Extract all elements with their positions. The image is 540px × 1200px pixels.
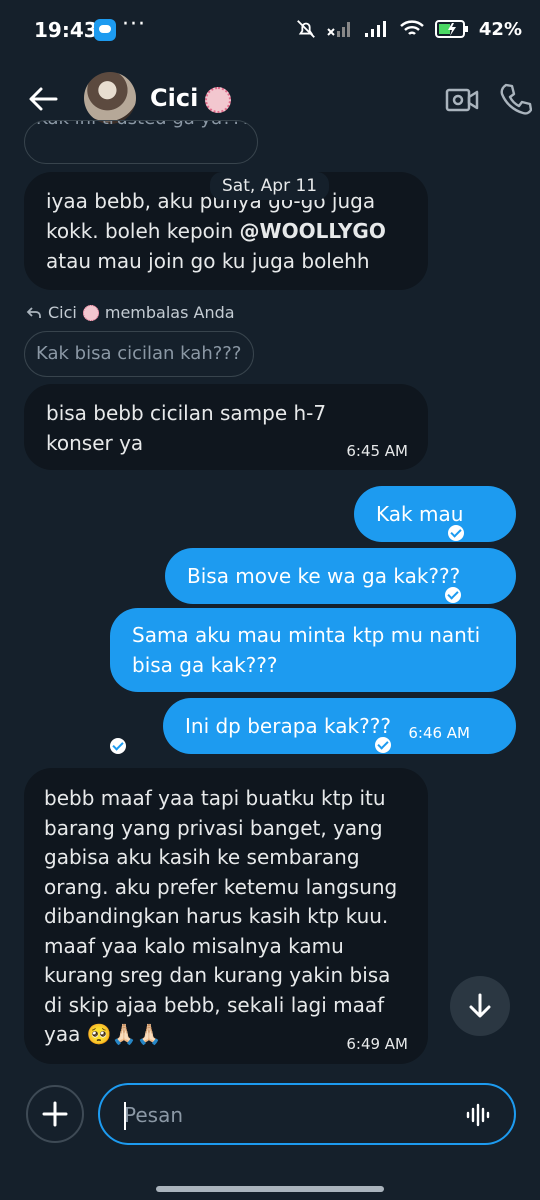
- mute-bell-icon: [297, 20, 315, 38]
- message-line: kokk. boleh kepoin @WOOLLYGO: [46, 216, 428, 246]
- signal-x-icon: [327, 22, 350, 37]
- outgoing-message[interactable]: Ini dp berapa kak??? 6:46 AM: [163, 698, 516, 754]
- verified-flower-badge-icon: [205, 87, 231, 113]
- message-line: barang yang privasi banget, yang: [44, 815, 383, 840]
- reply-arrow-icon: [26, 306, 41, 318]
- contact-name[interactable]: Cici: [150, 84, 198, 112]
- message-line: orang. aku prefer ketemu langsung: [44, 874, 398, 899]
- message-line: di skip ajaa bebb, sekali lagi maaf: [44, 992, 385, 1017]
- reply-header-text: membalas Anda: [104, 303, 235, 322]
- message-line: gabisa aku kasih ke sembarang: [44, 845, 360, 869]
- read-check-icon: [444, 587, 461, 603]
- wifi-icon: [400, 20, 424, 35]
- message-time: 6:49 AM: [346, 1035, 408, 1053]
- message-line: bebb maaf yaa tapi buatku ktp itu: [44, 786, 386, 810]
- avatar[interactable]: [84, 72, 136, 124]
- flower-badge-icon: [82, 304, 99, 321]
- message-text: kokk. boleh kepoin: [46, 219, 240, 243]
- message-line: Sama aku mau minta ktp mu nanti: [132, 623, 481, 647]
- status-right: 42%: [295, 18, 522, 40]
- message-input[interactable]: [122, 1099, 446, 1131]
- video-camera-icon[interactable]: [444, 82, 480, 118]
- messenger-app-icon: [94, 19, 116, 41]
- reply-header-name: Cici: [48, 303, 77, 322]
- arrow-down-icon: [469, 993, 491, 1018]
- battery-percent: 42%: [478, 18, 522, 40]
- quoted-message-text: Kak ini trusted ga ya???: [36, 121, 251, 141]
- phone-icon[interactable]: [498, 82, 532, 116]
- voice-wave-icon[interactable]: [466, 1103, 492, 1127]
- arrow-left-icon[interactable]: [26, 82, 60, 116]
- message-line: dibandingkan harus kasih ktp kuu.: [44, 904, 389, 928]
- incoming-message[interactable]: bebb maaf yaa tapi buatku ktp itu barang…: [24, 768, 428, 1064]
- attach-button[interactable]: [26, 1085, 84, 1143]
- status-time: 19:43: [34, 18, 98, 42]
- quoted-message[interactable]: Kak ini trusted ga ya???: [24, 120, 258, 164]
- plus-icon: [42, 1101, 68, 1127]
- signal-icon: [364, 21, 386, 37]
- text-caret: [124, 1102, 126, 1130]
- message-line: atau mau join go ku juga bolehh: [46, 249, 370, 273]
- message-line: kurang sreg dan kurang yakin bisa: [44, 963, 391, 987]
- more-notifications-icon: ···: [122, 12, 146, 37]
- status-bar: 19:43 ··· 42%: [0, 0, 540, 60]
- scroll-to-bottom-button[interactable]: [450, 976, 510, 1036]
- message-text: Bisa move ke wa ga kak???: [187, 564, 461, 588]
- read-check-icon: [110, 738, 126, 754]
- message-line: bisa bebb cicilan sampe h-7: [46, 401, 327, 425]
- message-text: Kak mau: [376, 502, 464, 526]
- message-time: 6:45 AM: [346, 442, 408, 460]
- incoming-message[interactable]: bisa bebb cicilan sampe h-7 konser ya 6:…: [24, 384, 428, 470]
- battery-icon: [434, 20, 468, 38]
- message-line: bisa ga kak???: [132, 653, 278, 677]
- message-line: maaf yaa kalo misalnya kamu: [44, 933, 344, 958]
- home-indicator[interactable]: [156, 1186, 384, 1192]
- outgoing-message[interactable]: Sama aku mau minta ktp mu nanti bisa ga …: [110, 608, 516, 754]
- quoted-message-text: Kak bisa cicilan kah???: [36, 343, 242, 364]
- message-text: Ini dp berapa kak???: [185, 714, 391, 738]
- outgoing-message[interactable]: Bisa move ke wa ga kak???: [165, 548, 516, 604]
- read-check-icon: [447, 525, 464, 541]
- quoted-message[interactable]: Kak bisa cicilan kah???: [24, 331, 254, 377]
- message-time: 6:46 AM: [408, 724, 470, 742]
- message-input-container[interactable]: [98, 1083, 516, 1145]
- read-check-icon: [375, 737, 392, 753]
- outgoing-message[interactable]: Kak mau: [354, 486, 516, 542]
- reply-header: Cici membalas Anda: [26, 303, 235, 322]
- mention-link[interactable]: @WOOLLYGO: [240, 219, 386, 243]
- date-separator: Sat, Apr 11: [210, 172, 330, 200]
